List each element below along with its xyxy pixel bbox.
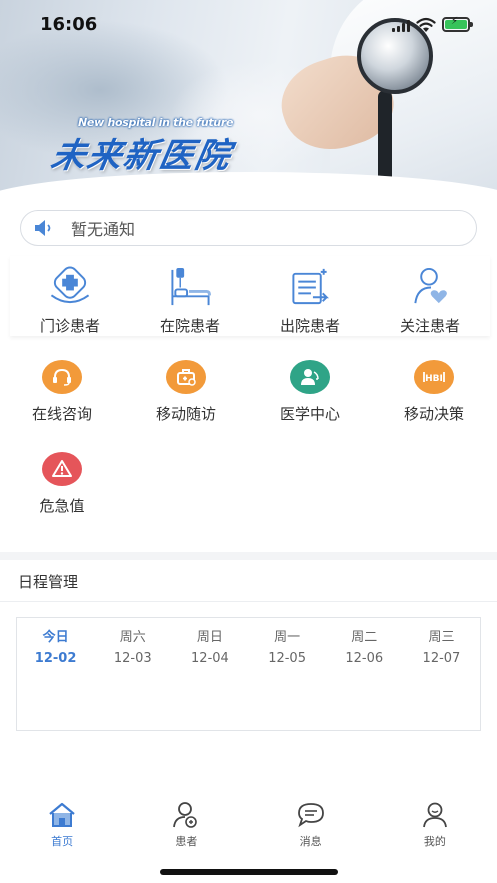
calendar-days: 今日 12-02 周六 12-03 周日 12-04 周一 12-05 周二 1… (17, 618, 480, 666)
home-indicator[interactable] (160, 869, 338, 875)
outpatient-icon (50, 266, 90, 304)
function-label: 医学中心 (279, 405, 340, 423)
calendar-date: 12-03 (113, 651, 152, 666)
decision-icon: HBI (414, 360, 454, 394)
calendar-weekday: 今日 (42, 630, 69, 645)
schedule-title: 日程管理 (18, 573, 79, 591)
wifi-icon (416, 17, 436, 32)
category-label: 在院患者 (159, 317, 220, 335)
tab-profile[interactable]: 我的 (373, 795, 497, 855)
calendar-day-today[interactable]: 今日 12-02 (17, 626, 94, 666)
schedule-calendar: 今日 12-02 周六 12-03 周日 12-04 周一 12-05 周二 1… (16, 617, 481, 731)
function-mobile-followup[interactable]: 移动随访 (124, 356, 248, 448)
patient-category-row: 门诊患者 在院患者 出院患者 关注患者 (10, 256, 490, 336)
headset-icon (42, 360, 82, 394)
function-critical-value[interactable]: 危急值 (0, 448, 124, 540)
function-medical-center[interactable]: 医学中心 (248, 356, 372, 448)
category-label: 关注患者 (399, 317, 460, 335)
calendar-day[interactable]: 周二 12-06 (326, 626, 403, 666)
calendar-date: 12-06 (345, 651, 384, 666)
calendar-date: 12-02 (34, 651, 77, 666)
message-icon (297, 803, 324, 828)
status-time: 16:06 (40, 14, 98, 35)
calendar-day[interactable]: 周一 12-05 (249, 626, 326, 666)
bottom-tab-bar: 首页 患者 消息 我的 (0, 795, 497, 855)
calendar-day[interactable]: 周日 12-04 (171, 626, 248, 666)
calendar-weekday: 周六 (119, 630, 146, 645)
tab-patient[interactable]: 患者 (124, 795, 248, 855)
calendar-weekday: 周二 (351, 630, 378, 645)
category-inpatient[interactable]: 在院患者 (130, 256, 250, 336)
function-label: 在线咨询 (31, 405, 92, 423)
function-label: 移动决策 (403, 405, 464, 423)
calendar-weekday: 周一 (274, 630, 301, 645)
notice-bar[interactable]: 暂无通知 (20, 210, 477, 246)
profile-icon (422, 802, 447, 828)
function-row: 在线咨询 移动随访 医学中心 HBI 移动决策 (0, 356, 497, 448)
schedule-divider (0, 601, 497, 602)
tab-label: 首页 (51, 835, 74, 848)
tab-label: 消息 (299, 835, 322, 848)
calendar-date: 12-04 (191, 651, 229, 666)
function-label: 危急值 (39, 497, 85, 515)
medical-kit-icon (166, 360, 206, 394)
svg-text:HBI: HBI (425, 374, 443, 384)
battery-icon (442, 16, 473, 32)
follow-patient-icon (414, 267, 447, 304)
tab-label: 患者 (175, 835, 198, 848)
function-grid: 在线咨询 移动随访 医学中心 HBI 移动决策 危急值 (0, 356, 497, 540)
notice-text: 暂无通知 (71, 220, 136, 239)
signal-icon (392, 20, 412, 32)
category-outpatient[interactable]: 门诊患者 (10, 256, 130, 336)
function-mobile-decision[interactable]: HBI 移动决策 (372, 356, 496, 448)
category-label: 出院患者 (279, 317, 340, 335)
patient-icon (173, 802, 198, 828)
home-icon (49, 802, 75, 827)
function-row: 危急值 (0, 448, 497, 540)
tab-messages[interactable]: 消息 (249, 795, 373, 855)
speaker-icon (35, 220, 51, 236)
calendar-weekday: 周日 (196, 630, 223, 645)
calendar-date: 12-05 (268, 651, 306, 666)
tab-home[interactable]: 首页 (0, 795, 124, 855)
category-discharged[interactable]: 出院患者 (250, 256, 370, 336)
tab-label: 我的 (423, 835, 446, 848)
calendar-weekday: 周三 (428, 630, 455, 645)
function-label: 移动随访 (155, 405, 216, 423)
status-bar: 16:06 (0, 0, 497, 50)
banner-slogan-cn: 未来新医院 (47, 136, 235, 176)
category-followed[interactable]: 关注患者 (370, 256, 490, 336)
section-divider (0, 552, 497, 560)
calendar-day[interactable]: 周六 12-03 (94, 626, 171, 666)
category-label: 门诊患者 (39, 317, 100, 335)
doctor-icon (290, 360, 330, 394)
function-online-consult[interactable]: 在线咨询 (0, 356, 124, 448)
calendar-day[interactable]: 周三 12-07 (403, 626, 480, 666)
discharge-icon (292, 268, 329, 305)
warning-icon (42, 452, 82, 486)
calendar-date: 12-07 (422, 651, 461, 666)
inpatient-bed-icon (171, 267, 212, 306)
